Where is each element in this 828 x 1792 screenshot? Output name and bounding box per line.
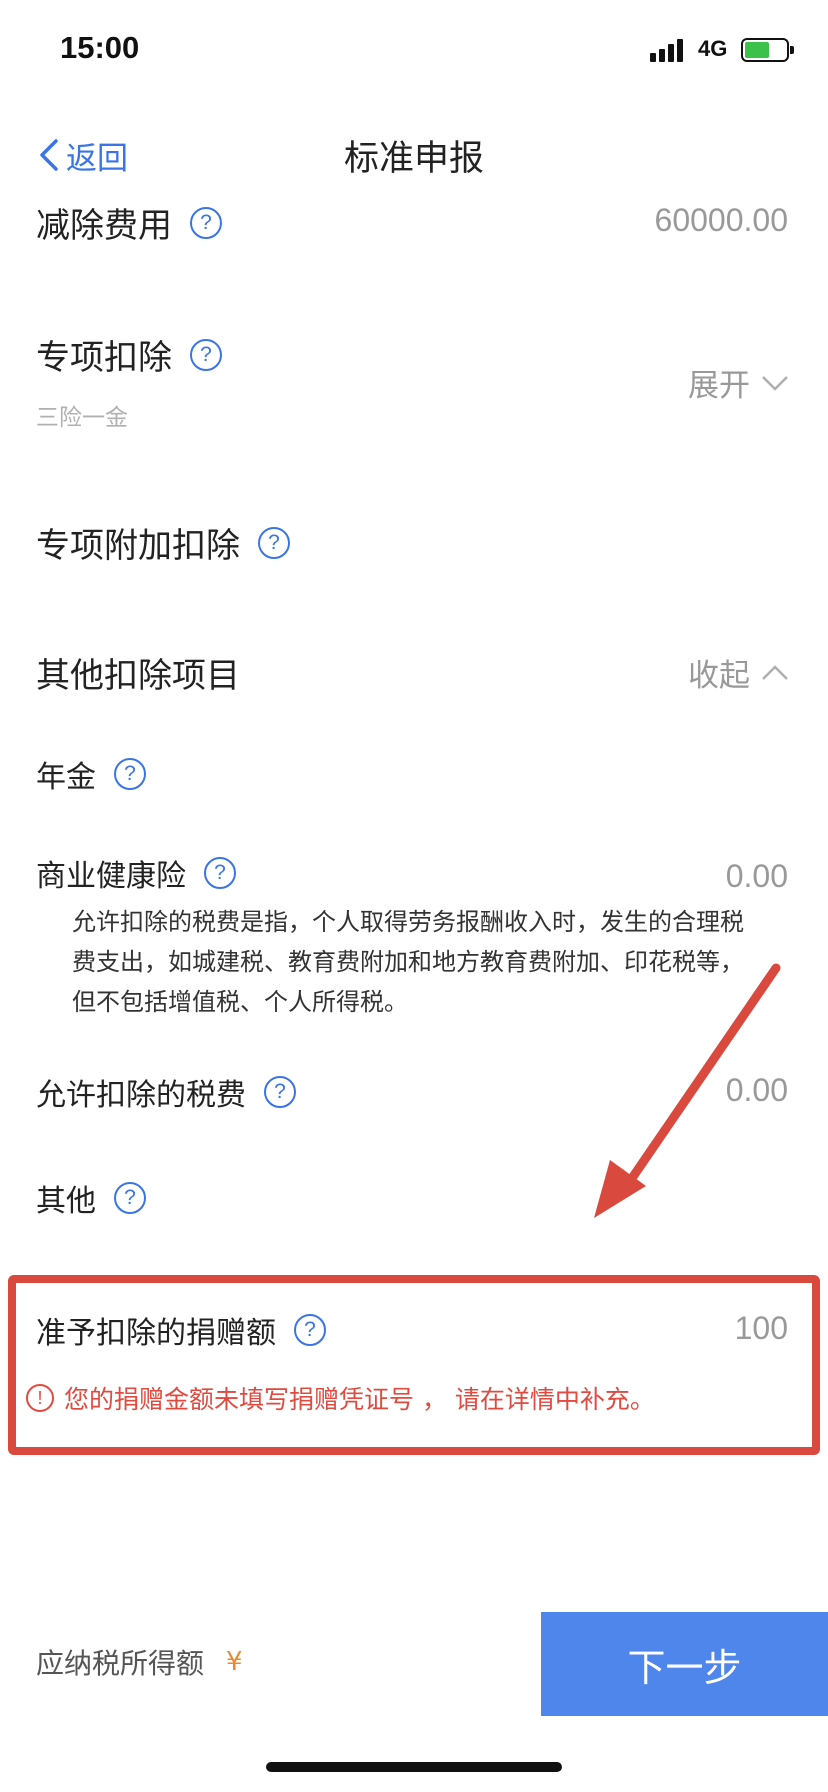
annuity-label[interactable]: 年金 ?: [36, 752, 146, 796]
home-indicator[interactable]: [266, 1762, 562, 1772]
special-deduction-sublabel: 三险一金: [36, 405, 128, 431]
help-icon[interactable]: ?: [264, 1076, 296, 1108]
signal-icon: [650, 38, 690, 62]
expand-toggle[interactable]: 展开: [688, 360, 790, 405]
other-items-text: 其他扣除项目: [36, 656, 240, 696]
deduction-fee-label: 减除费用 ?: [36, 198, 222, 247]
help-icon[interactable]: ?: [190, 206, 222, 239]
help-icon[interactable]: ?: [258, 526, 290, 559]
annotation-highlight-box: [8, 1275, 820, 1455]
collapse-label: 收起: [688, 658, 750, 694]
status-bar: 15:00 4G: [0, 0, 828, 100]
help-icon[interactable]: ?: [190, 338, 222, 371]
allowed-tax-text: 允许扣除的税费: [36, 1078, 246, 1113]
allowed-tax-value: 0.00: [725, 1072, 788, 1108]
other-items-label: 其他扣除项目: [36, 648, 240, 697]
health-insurance-label[interactable]: 商业健康险 ?: [36, 856, 236, 890]
deduction-fee-value: 60000.00: [654, 202, 788, 238]
tax-fee-tooltip: 允许扣除的税费是指，个人取得劳务报酬收入时，发生的合理税费支出，如城建税、教育费…: [38, 898, 758, 1022]
special-deduction-label: 专项扣除 ?: [36, 330, 222, 379]
chevron-up-icon: [762, 664, 788, 680]
health-insurance-value: 0.00: [725, 858, 788, 890]
annuity-text: 年金: [36, 760, 96, 795]
chevron-down-icon: [762, 375, 788, 391]
special-additional-text: 专项附加扣除: [36, 526, 240, 566]
next-step-button[interactable]: 下一步: [541, 1612, 828, 1716]
page-title: 标准申报: [343, 139, 484, 179]
deduction-fee-text: 减除费用: [36, 206, 172, 246]
other-text: 其他: [36, 1184, 96, 1219]
taxable-income-label: 应纳税所得额 ¥: [36, 1642, 243, 1682]
network-type: 4G: [698, 36, 728, 61]
special-deduction-text: 专项扣除: [36, 338, 172, 378]
taxable-income-text: 应纳税所得额: [36, 1647, 205, 1680]
status-time: 15:00: [60, 30, 140, 65]
battery-icon: [741, 38, 794, 62]
special-additional-label[interactable]: 专项附加扣除 ?: [36, 518, 290, 567]
annotation-arrow-icon: [594, 963, 781, 1218]
other-label[interactable]: 其他 ?: [36, 1176, 146, 1220]
health-insurance-text: 商业健康险: [36, 859, 186, 890]
allowed-tax-label[interactable]: 允许扣除的税费 ?: [36, 1070, 296, 1114]
help-icon[interactable]: ?: [204, 857, 236, 889]
taxable-income-currency: ¥: [226, 1647, 243, 1677]
help-icon[interactable]: ?: [114, 758, 146, 790]
help-icon[interactable]: ?: [114, 1182, 146, 1214]
expand-label: 展开: [688, 368, 750, 404]
collapse-toggle[interactable]: 收起: [688, 650, 790, 695]
